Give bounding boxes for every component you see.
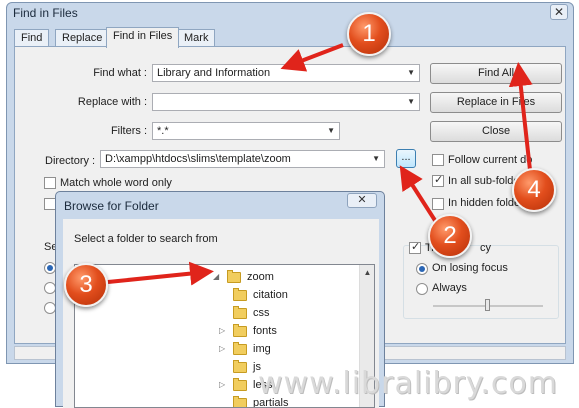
browse-prompt: Select a folder to search from	[74, 233, 218, 245]
folder-icon	[233, 342, 247, 355]
scroll-up-arrow-icon[interactable]: ▲	[360, 265, 374, 280]
chevron-down-icon[interactable]: ▼	[327, 126, 335, 135]
filters-combo[interactable]: *.* ▼	[152, 122, 340, 140]
expand-arrow-icon[interactable]: ▷	[219, 344, 225, 353]
callout-2: 2	[428, 214, 472, 258]
match-whole-word-checkbox[interactable]	[44, 177, 56, 189]
filters-label: Filters :	[110, 125, 147, 137]
in-hidden-folders-checkbox[interactable]	[432, 198, 444, 210]
folder-icon	[233, 306, 247, 319]
follow-current-doc-label: Follow current do	[448, 154, 533, 166]
callout-4: 4	[512, 168, 556, 212]
directory-label: Directory :	[45, 155, 96, 167]
always-label: Always	[432, 282, 467, 294]
close-icon[interactable]: ✕	[347, 193, 377, 208]
replace-in-files-button[interactable]: Replace in Files	[430, 92, 562, 113]
find-what-label: Find what :	[93, 67, 147, 79]
folder-icon	[233, 378, 247, 391]
on-losing-focus-label: On losing focus	[432, 262, 508, 274]
callout-3: 3	[64, 263, 108, 307]
always-radio[interactable]	[416, 283, 428, 295]
transparency-slider-thumb[interactable]	[485, 299, 490, 311]
chevron-down-icon[interactable]: ▼	[407, 97, 415, 106]
transparency-label-end: cy	[480, 242, 491, 254]
on-losing-focus-radio[interactable]	[416, 263, 428, 275]
follow-current-doc-checkbox[interactable]	[432, 154, 444, 166]
folder-icon	[233, 288, 247, 301]
transparency-checkbox[interactable]	[409, 240, 421, 254]
close-icon[interactable]: ✕	[550, 4, 568, 20]
browse-dialog-title: Browse for Folder	[64, 199, 159, 213]
expand-arrow-icon[interactable]: ▷	[219, 380, 225, 389]
find-all-button[interactable]: Find All	[430, 63, 562, 84]
tree-node-label: css	[253, 307, 270, 319]
expand-arrow-icon[interactable]: ▷	[219, 326, 225, 335]
directory-value: D:\xampp\htdocs\slims\template\zoom	[105, 153, 291, 165]
tree-node-label: citation	[253, 289, 288, 301]
tab-mark[interactable]: Mark	[177, 29, 216, 47]
replace-with-combo[interactable]: ▼	[152, 93, 420, 111]
tab-replace[interactable]: Replace	[55, 29, 110, 47]
in-hidden-folders-label: In hidden folde	[448, 197, 521, 209]
browse-directory-button[interactable]: ...	[396, 149, 416, 168]
tab-find[interactable]: Find	[14, 29, 50, 47]
directory-combo[interactable]: D:\xampp\htdocs\slims\template\zoom ▼	[100, 150, 385, 168]
title-bar[interactable]: Find in Files ✕	[7, 3, 573, 23]
dialog-title: Find in Files	[13, 6, 78, 20]
folder-icon	[233, 324, 247, 337]
replace-with-label: Replace with :	[77, 96, 147, 108]
transparency-group	[403, 245, 559, 319]
match-whole-word-label: Match whole word only	[60, 177, 172, 189]
callout-1: 1	[347, 12, 391, 56]
tree-node-label: fonts	[253, 325, 277, 337]
in-all-subfolders-label: In all sub-folde	[448, 175, 520, 187]
chevron-down-icon[interactable]: ▼	[372, 154, 380, 163]
filters-value: *.*	[157, 125, 169, 137]
in-all-subfolders-checkbox[interactable]	[432, 173, 444, 187]
chevron-down-icon[interactable]: ▼	[407, 68, 415, 77]
watermark: www.libralibry.com	[258, 366, 558, 401]
close-button[interactable]: Close	[430, 121, 562, 142]
tree-node-label: zoom	[247, 271, 274, 283]
find-what-value: Library and Information	[157, 67, 271, 79]
folder-icon	[227, 270, 241, 283]
folder-icon	[233, 360, 247, 373]
expanded-arrow-icon[interactable]: ◢	[213, 272, 219, 281]
tab-find-in-files[interactable]: Find in Files	[106, 27, 180, 48]
find-what-combo[interactable]: Library and Information ▼	[152, 64, 420, 82]
tree-node-label: img	[253, 343, 271, 355]
